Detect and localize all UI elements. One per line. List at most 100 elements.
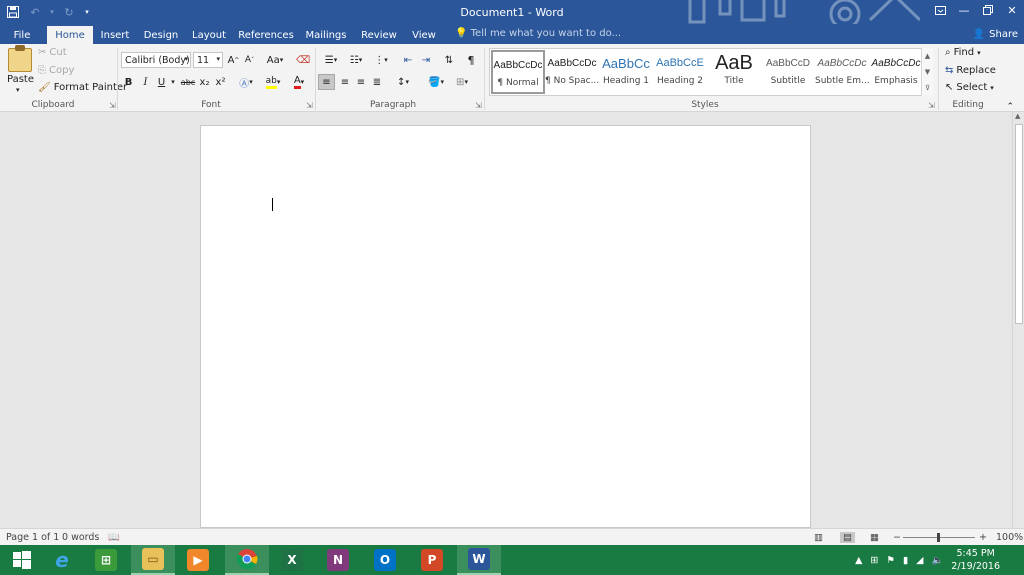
tell-me-box[interactable]: 💡 Tell me what you want to do... bbox=[455, 28, 621, 39]
shading-icon[interactable]: 🪣 ▾ bbox=[425, 74, 447, 90]
sort-icon[interactable]: ⇅ bbox=[441, 52, 457, 68]
style-normal[interactable]: AaBbCcDc ¶ Normal bbox=[491, 50, 545, 94]
underline-button[interactable]: U bbox=[155, 74, 168, 90]
tab-review[interactable]: Review bbox=[359, 26, 399, 44]
tab-file[interactable]: File bbox=[6, 26, 38, 44]
wifi-icon[interactable]: ◢ bbox=[916, 555, 923, 566]
style-subtitle[interactable]: AaBbCcD Subtitle bbox=[761, 50, 815, 94]
subscript-button[interactable]: x₂ bbox=[198, 74, 211, 90]
font-color-icon[interactable]: A ▾ bbox=[288, 74, 310, 90]
align-center-icon[interactable]: ≡ bbox=[337, 74, 353, 90]
multilevel-list-icon[interactable]: ⋮ ▾ bbox=[370, 52, 392, 68]
tab-insert[interactable]: Insert bbox=[97, 26, 133, 44]
internet-explorer-icon[interactable]: e bbox=[40, 545, 84, 575]
styles-scroll[interactable]: ▲ ▼ ⊽ bbox=[921, 48, 933, 96]
bold-button[interactable]: B bbox=[122, 74, 135, 90]
decrease-indent-icon[interactable]: ⇤ bbox=[400, 52, 416, 68]
style-subtle-emphasis[interactable]: AaBbCcDc Subtle Em... bbox=[815, 50, 869, 94]
volume-icon[interactable]: 🔈 bbox=[931, 555, 943, 566]
tab-design[interactable]: Design bbox=[142, 26, 180, 44]
start-icon[interactable] bbox=[0, 545, 44, 575]
line-spacing-icon[interactable]: ↕ ▾ bbox=[392, 74, 414, 90]
select-button[interactable]: ↖ Select ▾ bbox=[945, 82, 994, 93]
change-case-button[interactable]: Aa ▾ bbox=[263, 52, 287, 68]
onenote-icon[interactable]: N bbox=[316, 545, 360, 575]
style-emphasis[interactable]: AaBbCcDc Emphasis bbox=[869, 50, 923, 94]
outlook-icon[interactable]: O bbox=[363, 545, 407, 575]
increase-indent-icon[interactable]: ⇥ bbox=[418, 52, 434, 68]
dialog-launcher-icon[interactable]: ⇲ bbox=[475, 101, 482, 110]
print-layout-icon[interactable]: ▤ bbox=[840, 532, 855, 543]
vertical-scrollbar[interactable]: ▲ bbox=[1012, 112, 1024, 528]
style-heading-1[interactable]: AaBbCc Heading 1 bbox=[599, 50, 653, 94]
more-styles-icon[interactable]: ⊽ bbox=[925, 84, 930, 92]
justify-icon[interactable]: ≣ bbox=[369, 74, 385, 90]
strikethrough-button[interactable]: abc bbox=[180, 74, 196, 90]
word-count[interactable]: 0 words bbox=[62, 532, 99, 543]
shrink-font-button[interactable]: Aˇ bbox=[243, 52, 256, 68]
zoom-out-button[interactable]: − bbox=[893, 532, 901, 543]
align-right-icon[interactable]: ≡ bbox=[353, 74, 369, 90]
zoom-slider[interactable] bbox=[903, 533, 975, 542]
chevron-down-icon[interactable]: ▼ bbox=[925, 68, 930, 76]
dialog-launcher-icon[interactable]: ⇲ bbox=[109, 101, 116, 110]
cut-button[interactable]: ✂ Cut bbox=[38, 47, 67, 58]
clear-formatting-icon[interactable]: ⌫ bbox=[296, 52, 310, 68]
word-icon[interactable]: W bbox=[457, 545, 501, 575]
replace-button[interactable]: ⇆ Replace bbox=[945, 65, 996, 76]
format-painter-button[interactable]: 🖌 Format Painter bbox=[38, 82, 127, 93]
numbering-icon[interactable]: ☷ ▾ bbox=[345, 52, 367, 68]
tab-mailings[interactable]: Mailings bbox=[303, 26, 349, 44]
restore-icon[interactable] bbox=[976, 0, 1000, 20]
italic-button[interactable]: I bbox=[139, 74, 152, 90]
web-layout-icon[interactable]: ▦ bbox=[870, 532, 879, 543]
find-button[interactable]: ⌕ Find ▾ bbox=[945, 47, 981, 58]
store-icon[interactable]: ⊞ bbox=[84, 545, 128, 575]
share-button[interactable]: 👤 Share bbox=[973, 26, 1018, 42]
bullets-icon[interactable]: ☰ ▾ bbox=[320, 52, 342, 68]
proofing-icon[interactable]: 📖 bbox=[108, 532, 120, 543]
media-player-icon[interactable]: ▶ bbox=[176, 545, 220, 575]
font-size-combo[interactable]: 11 ▾ bbox=[193, 52, 223, 68]
clock[interactable]: 5:45 PM 2/19/2016 bbox=[951, 547, 1000, 573]
powerpoint-icon[interactable]: P bbox=[410, 545, 454, 575]
align-left-icon[interactable]: ≡ bbox=[318, 74, 335, 90]
file-explorer-icon[interactable]: ▭ bbox=[131, 545, 175, 575]
excel-icon[interactable]: X bbox=[270, 545, 314, 575]
read-mode-icon[interactable]: ▥ bbox=[814, 532, 823, 543]
dialog-launcher-icon[interactable]: ⇲ bbox=[306, 101, 313, 110]
zoom-in-button[interactable]: + bbox=[979, 532, 987, 543]
chevron-up-icon[interactable]: ▲ bbox=[1015, 112, 1020, 120]
highlight-icon[interactable]: ab ▾ bbox=[262, 74, 284, 90]
close-icon[interactable]: ✕ bbox=[1000, 0, 1024, 20]
action-center-icon[interactable]: ⊞ bbox=[870, 555, 878, 566]
superscript-button[interactable]: x² bbox=[214, 74, 227, 90]
chevron-up-icon[interactable]: ▲ bbox=[925, 52, 930, 60]
zoom-level[interactable]: 100% bbox=[996, 532, 1023, 543]
battery-icon[interactable]: ▮ bbox=[903, 555, 908, 566]
borders-icon[interactable]: ⊞ ▾ bbox=[451, 74, 473, 90]
page-count[interactable]: Page 1 of 1 bbox=[6, 532, 59, 543]
font-name-combo[interactable]: Calibri (Body) ▾ bbox=[121, 52, 191, 68]
style-heading-2[interactable]: AaBbCcE Heading 2 bbox=[653, 50, 707, 94]
copy-button[interactable]: ⎘ Copy bbox=[38, 65, 74, 76]
chrome-icon[interactable] bbox=[225, 545, 269, 575]
show-formatting-icon[interactable]: ¶ bbox=[463, 52, 479, 68]
zoom-slider-thumb[interactable] bbox=[937, 533, 940, 542]
tab-view[interactable]: View bbox=[408, 26, 440, 44]
show-hidden-icons-icon[interactable]: ▲ bbox=[855, 555, 862, 566]
text-effects-icon[interactable]: Ⓐ ▾ bbox=[236, 74, 256, 90]
minimize-icon[interactable]: — bbox=[952, 0, 976, 20]
style-no-spacing[interactable]: AaBbCcDc ¶ No Spac... bbox=[545, 50, 599, 94]
tab-references[interactable]: References bbox=[238, 26, 294, 44]
chevron-down-icon[interactable]: ▾ bbox=[16, 86, 20, 94]
ribbon-display-options-icon[interactable] bbox=[928, 0, 952, 20]
tab-layout[interactable]: Layout bbox=[190, 26, 228, 44]
document-page[interactable] bbox=[200, 125, 811, 528]
dialog-launcher-icon[interactable]: ⇲ bbox=[928, 101, 935, 110]
collapse-ribbon-icon[interactable]: ⌃ bbox=[1006, 102, 1014, 112]
tab-home[interactable]: Home bbox=[47, 26, 93, 44]
scrollbar-thumb[interactable] bbox=[1015, 124, 1023, 324]
chevron-down-icon[interactable]: ▾ bbox=[168, 74, 178, 90]
style-title[interactable]: AaB Title bbox=[707, 50, 761, 94]
